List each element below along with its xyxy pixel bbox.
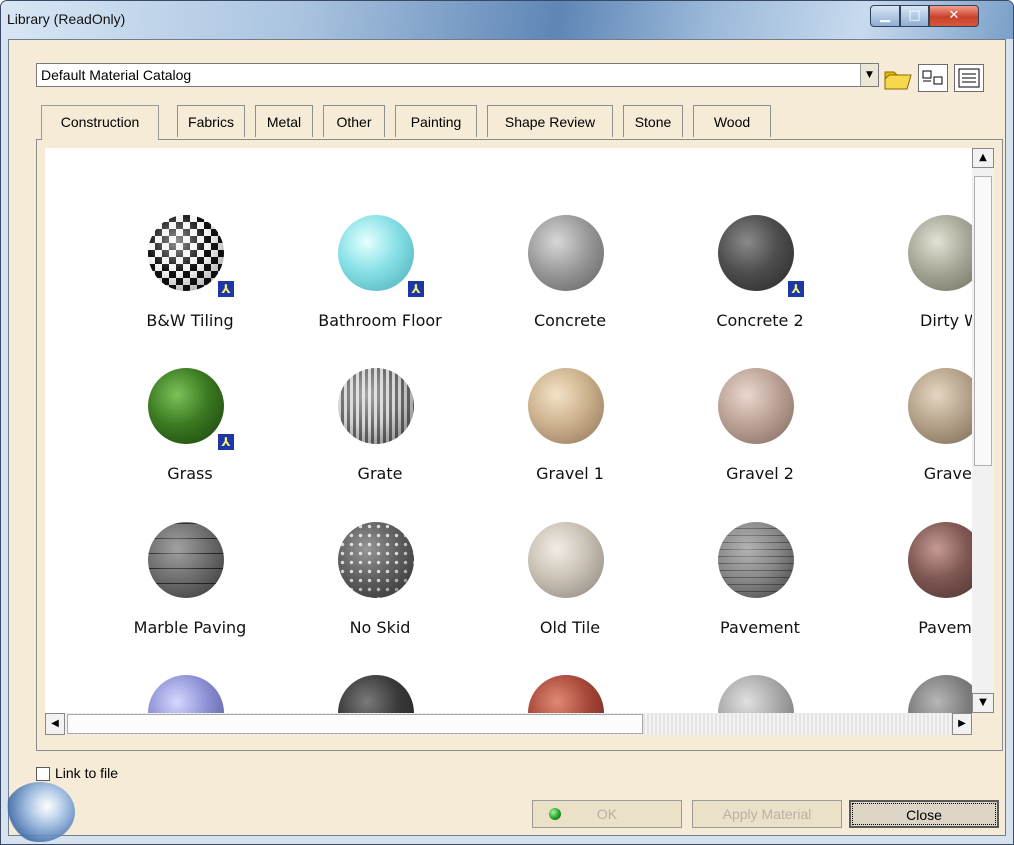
minimize-button[interactable]: ▁ [870,5,900,27]
library-window: Library (ReadOnly) ▁ □ ✕ Default Materia… [0,0,1014,845]
material-swatch[interactable] [718,215,794,291]
tab-wood[interactable]: Wood [693,105,771,137]
materials-view: ⅄ B&W Tiling ⅄ Bathroom Floor Concrete ⅄… [45,148,972,713]
horizontal-scroll-thumb[interactable] [67,714,643,734]
material-swatch[interactable] [338,215,414,291]
material-swatch[interactable] [338,368,414,444]
link-to-file-label[interactable]: Link to file [55,765,118,781]
globe-logo-icon [5,782,75,842]
maximize-button[interactable]: □ [900,5,929,27]
material-swatch[interactable] [338,675,414,713]
material-swatch[interactable] [528,675,604,713]
link-badge-icon: ⅄ [408,281,424,297]
details-list-icon [958,68,980,88]
material-label[interactable]: Old Tile [475,618,665,637]
material-label[interactable]: Marble Paving [95,618,285,637]
material-swatch[interactable] [908,522,972,598]
open-folder-button[interactable] [882,64,912,92]
material-label[interactable]: Paveme [855,618,972,637]
material-label[interactable]: B&W Tiling [95,311,285,330]
chevron-down-icon[interactable]: ▼ [860,64,878,86]
horizontal-scrollbar[interactable]: ◀ ▶ [45,713,972,735]
catalog-dropdown[interactable]: Default Material Catalog ▼ [36,63,879,87]
large-icons-icon [922,70,943,85]
material-swatch[interactable] [148,215,224,291]
ok-button[interactable]: OK [532,800,682,828]
material-label[interactable]: Grass [95,464,285,483]
scroll-up-arrow-icon[interactable]: ▲ [972,148,994,168]
tab-construction[interactable]: Construction [41,105,159,140]
scroll-right-arrow-icon[interactable]: ▶ [952,713,972,735]
material-label[interactable]: No Skid [285,618,475,637]
material-swatch[interactable] [718,675,794,713]
title-bar[interactable]: Library (ReadOnly) ▁ □ ✕ [1,1,1013,39]
material-swatch[interactable] [148,675,224,713]
vertical-scrollbar[interactable]: ▲ ▼ [972,148,994,713]
scroll-left-arrow-icon[interactable]: ◀ [45,713,65,735]
tab-stone[interactable]: Stone [623,105,683,137]
scroll-down-arrow-icon[interactable]: ▼ [972,693,994,713]
catalog-value: Default Material Catalog [41,67,192,83]
close-window-button[interactable]: ✕ [929,5,979,27]
material-label[interactable]: Gravel [855,464,972,483]
material-label[interactable]: Concrete 2 [665,311,855,330]
material-swatch[interactable] [908,215,972,291]
material-swatch[interactable] [148,522,224,598]
large-icons-view-button[interactable] [918,64,948,92]
material-label[interactable]: Bathroom Floor [285,311,475,330]
folder-icon [884,71,912,90]
material-swatch[interactable] [528,368,604,444]
tab-metal[interactable]: Metal [255,105,313,137]
vertical-scroll-thumb[interactable] [974,176,992,466]
close-button[interactable]: Close [849,800,999,828]
dialog-body: Default Material Catalog ▼ Construction … [5,39,1006,842]
link-badge-icon: ⅄ [218,434,234,450]
tab-painting[interactable]: Painting [395,105,477,137]
material-label[interactable]: Grate [285,464,475,483]
material-label[interactable]: Pavement [665,618,855,637]
tab-other[interactable]: Other [323,105,385,137]
material-swatch[interactable] [718,522,794,598]
status-led-icon [549,808,561,820]
ok-label: OK [596,806,618,822]
link-badge-icon: ⅄ [218,281,234,297]
tab-fabrics[interactable]: Fabrics [177,105,245,137]
material-swatch[interactable] [718,368,794,444]
tab-shape-review[interactable]: Shape Review [487,105,613,137]
window-title: Library (ReadOnly) [7,11,126,27]
material-swatch[interactable] [528,522,604,598]
material-swatch[interactable] [908,368,972,444]
material-swatch[interactable] [908,675,972,713]
apply-material-button[interactable]: Apply Material [692,800,842,828]
material-swatch[interactable] [528,215,604,291]
materials-panel: ⅄ B&W Tiling ⅄ Bathroom Floor Concrete ⅄… [36,139,1003,751]
material-label[interactable]: Dirty W [855,311,972,330]
link-badge-icon: ⅄ [788,281,804,297]
material-label[interactable]: Gravel 2 [665,464,855,483]
material-swatch[interactable] [338,522,414,598]
details-view-button[interactable] [954,64,984,92]
material-label[interactable]: Concrete [475,311,665,330]
link-to-file-checkbox[interactable] [36,767,50,781]
material-label[interactable]: Gravel 1 [475,464,665,483]
material-swatch[interactable] [148,368,224,444]
